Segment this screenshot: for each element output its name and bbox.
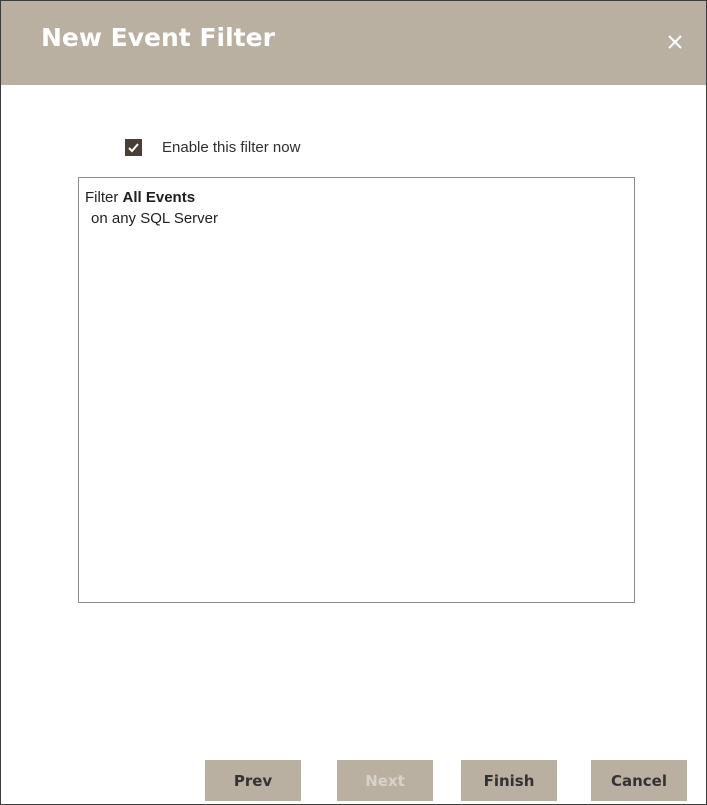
- dialog-title: New Event Filter: [41, 23, 275, 52]
- finish-button[interactable]: Finish: [461, 760, 557, 801]
- new-event-filter-dialog: New Event Filter Enable this filter now …: [0, 0, 707, 805]
- summary-prefix: Filter: [85, 189, 119, 206]
- close-icon[interactable]: [660, 27, 690, 57]
- enable-filter-label: Enable this filter now: [162, 138, 301, 156]
- summary-event-type[interactable]: All Events: [123, 189, 196, 206]
- cancel-button[interactable]: Cancel: [591, 760, 687, 801]
- enable-filter-row: Enable this filter now: [125, 135, 300, 159]
- checkmark-icon: [128, 142, 139, 152]
- enable-filter-checkbox[interactable]: [125, 138, 142, 156]
- filter-summary-box: Filter All Events on any SQL Server: [78, 177, 635, 603]
- prev-button[interactable]: Prev: [205, 760, 301, 801]
- summary-scope[interactable]: on any SQL Server: [85, 208, 628, 229]
- dialog-titlebar: New Event Filter: [1, 1, 706, 85]
- next-button[interactable]: Next: [337, 760, 433, 801]
- summary-line-filter: Filter All Events: [85, 187, 628, 208]
